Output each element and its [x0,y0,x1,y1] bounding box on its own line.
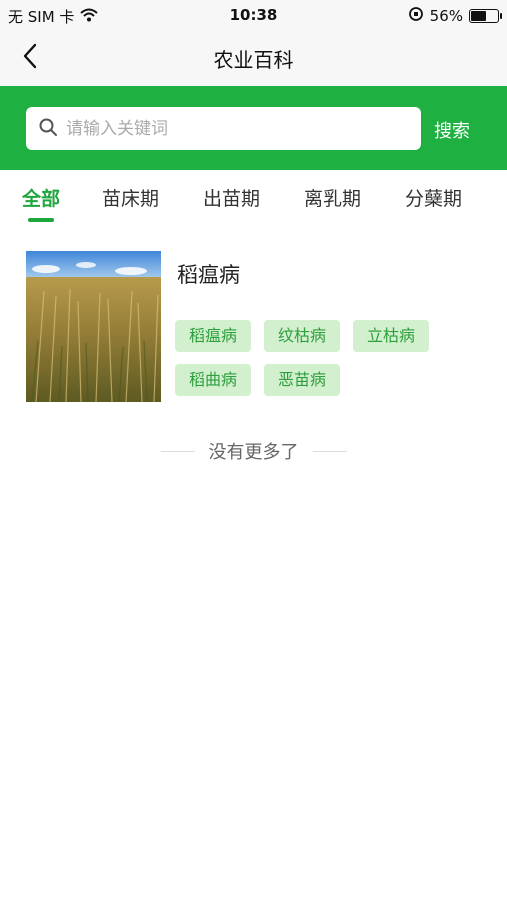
search-button[interactable]: 搜索 [434,117,470,143]
search-box[interactable] [26,107,421,150]
tag-chip[interactable]: 稻曲病 [175,364,252,396]
status-bar: 无 SIM 卡 10:38 56% [0,0,507,30]
tab-seedbed-stage[interactable]: 苗床期 [102,184,159,211]
orientation-lock-icon [408,6,424,26]
page-title: 农业百科 [213,48,294,72]
battery-percent: 56% [429,7,463,25]
search-input[interactable] [66,118,421,139]
status-right: 56% [408,6,502,26]
divider-right [312,450,347,452]
rice-field-photo [26,251,161,402]
battery-fill [471,11,486,21]
nav-bar: 农业百科 [0,30,507,86]
tab-weaning-stage[interactable]: 离乳期 [304,184,361,211]
result-title: 稻瘟病 [177,263,240,287]
tag-chip[interactable]: 恶苗病 [264,364,341,396]
result-card[interactable]: 稻瘟病 稻瘟病 纹枯病 立枯病 稻曲病 恶苗病 [26,251,486,403]
battery-icon [469,9,502,23]
stage-tabs: 全部 苗床期 出苗期 离乳期 分蘖期 [0,170,507,228]
tag-chip[interactable]: 稻瘟病 [175,320,252,352]
list-end-indicator: 没有更多了 [0,438,507,464]
tab-all[interactable]: 全部 [22,184,60,211]
active-tab-indicator [28,218,54,222]
divider-left [160,450,195,452]
tag-chip[interactable]: 立枯病 [353,320,430,352]
tab-tillering-stage[interactable]: 分蘖期 [405,184,462,211]
search-icon [38,117,58,141]
list-end-text: 没有更多了 [208,442,299,463]
tag-chip[interactable]: 纹枯病 [264,320,341,352]
search-band: 搜索 [0,86,507,170]
tab-emergence-stage[interactable]: 出苗期 [203,184,260,211]
